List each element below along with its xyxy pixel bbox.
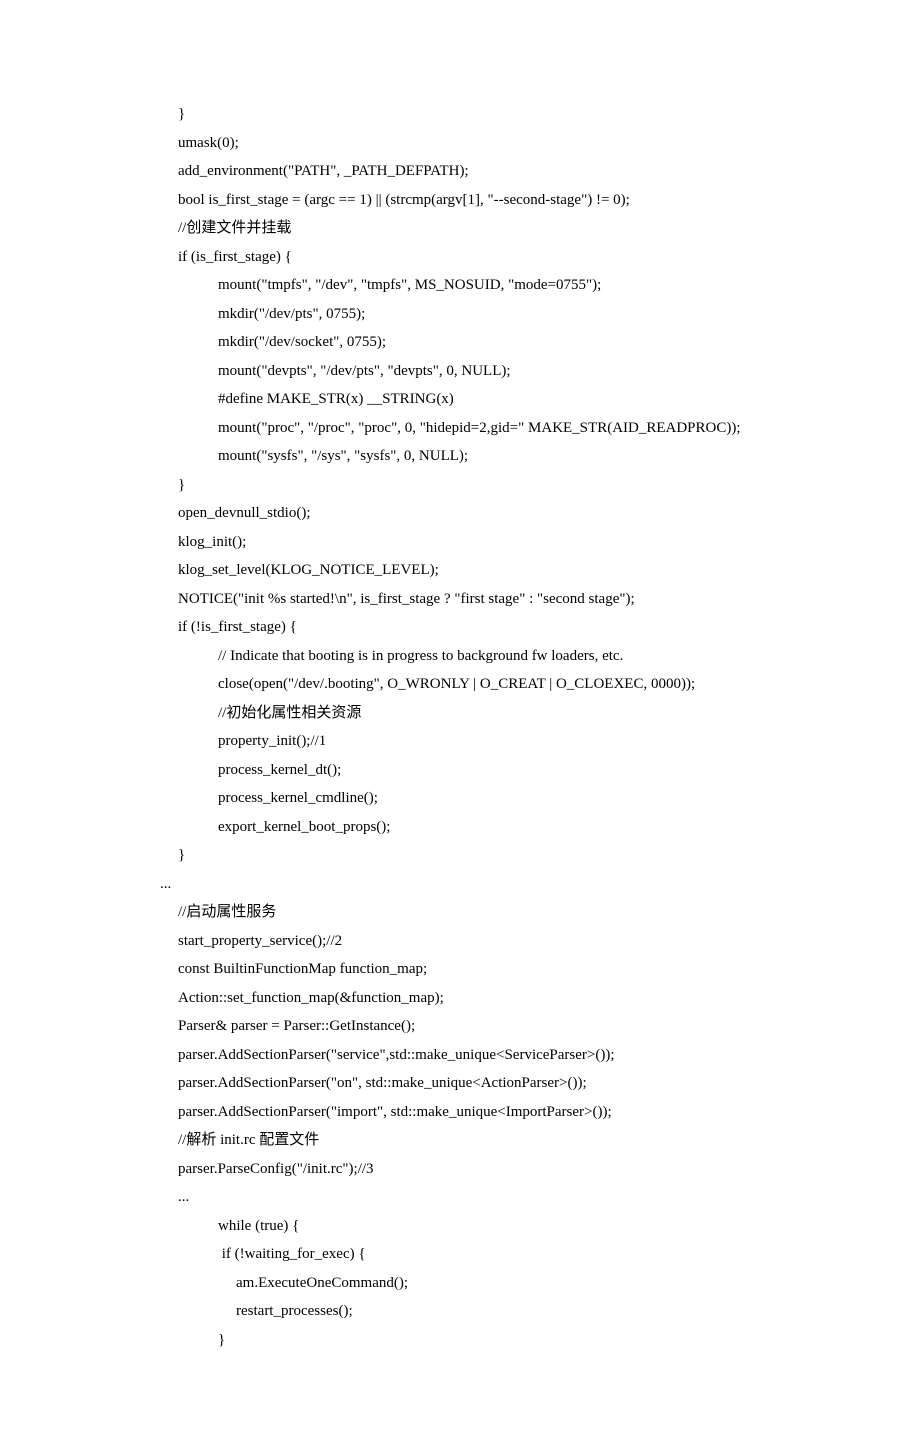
code-line: mount("proc", "/proc", "proc", 0, "hidep… [160,414,850,443]
code-line: mount("sysfs", "/sys", "sysfs", 0, NULL)… [160,442,850,471]
code-line: parser.AddSectionParser("service",std::m… [160,1041,850,1070]
code-line: if (is_first_stage) { [160,243,850,272]
code-line: parser.ParseConfig("/init.rc");//3 [160,1155,850,1184]
code-line: property_init();//1 [160,727,850,756]
code-line: process_kernel_dt(); [160,756,850,785]
code-line: ... [160,870,850,899]
code-line: Parser& parser = Parser::GetInstance(); [160,1012,850,1041]
code-line: //初始化属性相关资源 [160,699,850,728]
code-line: } [160,471,850,500]
code-line: NOTICE("init %s started!\n", is_first_st… [160,585,850,614]
code-line: //启动属性服务 [160,898,850,927]
code-line: open_devnull_stdio(); [160,499,850,528]
code-line: const BuiltinFunctionMap function_map; [160,955,850,984]
document-page: }umask(0);add_environment("PATH", _PATH_… [0,0,920,1454]
code-line: parser.AddSectionParser("on", std::make_… [160,1069,850,1098]
code-line: mkdir("/dev/socket", 0755); [160,328,850,357]
code-line: Action::set_function_map(&function_map); [160,984,850,1013]
code-line: parser.AddSectionParser("import", std::m… [160,1098,850,1127]
code-line: add_environment("PATH", _PATH_DEFPATH); [160,157,850,186]
code-block: }umask(0);add_environment("PATH", _PATH_… [160,100,850,1354]
code-line: am.ExecuteOneCommand(); [160,1269,850,1298]
code-line: } [160,1326,850,1355]
code-line: mount("devpts", "/dev/pts", "devpts", 0,… [160,357,850,386]
code-line: mount("tmpfs", "/dev", "tmpfs", MS_NOSUI… [160,271,850,300]
code-line: #define MAKE_STR(x) __STRING(x) [160,385,850,414]
code-line: //解析 init.rc 配置文件 [160,1126,850,1155]
code-line: } [160,100,850,129]
code-line: klog_init(); [160,528,850,557]
code-line: mkdir("/dev/pts", 0755); [160,300,850,329]
code-line: if (!is_first_stage) { [160,613,850,642]
code-line: klog_set_level(KLOG_NOTICE_LEVEL); [160,556,850,585]
code-line: umask(0); [160,129,850,158]
code-line: start_property_service();//2 [160,927,850,956]
code-line: close(open("/dev/.booting", O_WRONLY | O… [160,670,850,699]
code-line: bool is_first_stage = (argc == 1) || (st… [160,186,850,215]
code-line: //创建文件并挂载 [160,214,850,243]
code-line: process_kernel_cmdline(); [160,784,850,813]
code-line: } [160,841,850,870]
code-line: export_kernel_boot_props(); [160,813,850,842]
code-line: // Indicate that booting is in progress … [160,642,850,671]
code-line: ... [160,1183,850,1212]
code-line: if (!waiting_for_exec) { [160,1240,850,1269]
code-line: while (true) { [160,1212,850,1241]
code-line: restart_processes(); [160,1297,850,1326]
